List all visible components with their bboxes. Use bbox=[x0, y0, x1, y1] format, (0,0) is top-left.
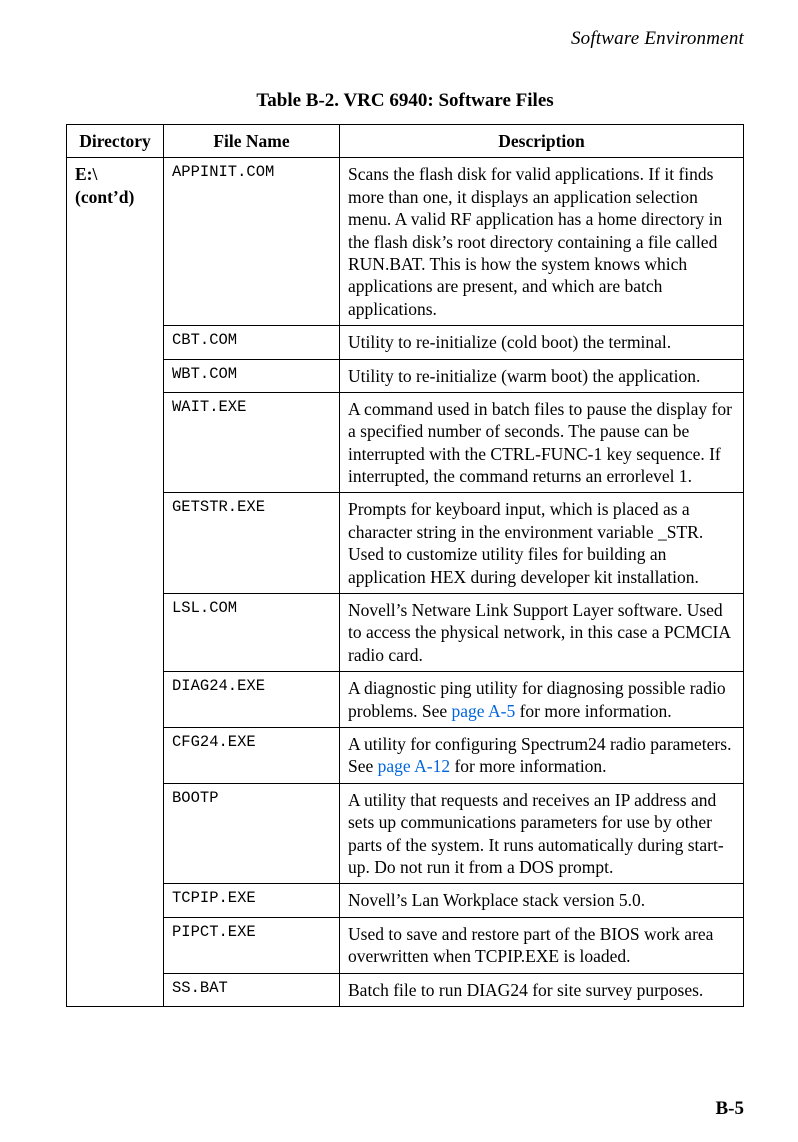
cell-file-name: TCPIP.EXE bbox=[164, 884, 340, 917]
cell-file-name: CFG24.EXE bbox=[164, 727, 340, 783]
table-row: CFG24.EXE A utility for configuring Spec… bbox=[67, 727, 744, 783]
cell-description: Utility to re-initialize (warm boot) the… bbox=[340, 359, 744, 392]
page-container: Software Environment Table B-2. VRC 6940… bbox=[0, 0, 798, 1142]
table-row: BOOTP A utility that requests and receiv… bbox=[67, 783, 744, 884]
col-file-name: File Name bbox=[164, 125, 340, 158]
cell-description: Used to save and restore part of the BIO… bbox=[340, 917, 744, 973]
table-caption: Table B-2. VRC 6940: Software Files bbox=[66, 90, 744, 112]
cell-file-name: GETSTR.EXE bbox=[164, 493, 340, 594]
table-row: DIAG24.EXE A diagnostic ping utility for… bbox=[67, 672, 744, 728]
cell-description: Utility to re-initialize (cold boot) the… bbox=[340, 326, 744, 359]
cell-description: A utility for configuring Spectrum24 rad… bbox=[340, 727, 744, 783]
cell-directory: E:\ (cont’d) bbox=[67, 158, 164, 1007]
cell-file-name: DIAG24.EXE bbox=[164, 672, 340, 728]
cell-file-name: WAIT.EXE bbox=[164, 392, 340, 493]
table-header-row: Directory File Name Description bbox=[67, 125, 744, 158]
cell-file-name: WBT.COM bbox=[164, 359, 340, 392]
col-directory: Directory bbox=[67, 125, 164, 158]
cell-description: A diagnostic ping utility for diagnosing… bbox=[340, 672, 744, 728]
table-row: E:\ (cont’d) APPINIT.COM Scans the flash… bbox=[67, 158, 744, 326]
cell-description: Batch file to run DIAG24 for site survey… bbox=[340, 973, 744, 1006]
cell-description: A command used in batch files to pause t… bbox=[340, 392, 744, 493]
cell-description: Prompts for keyboard input, which is pla… bbox=[340, 493, 744, 594]
running-head: Software Environment bbox=[66, 28, 744, 50]
cell-description: Scans the flash disk for valid applicati… bbox=[340, 158, 744, 326]
cell-file-name: PIPCT.EXE bbox=[164, 917, 340, 973]
col-description: Description bbox=[340, 125, 744, 158]
table-row: WAIT.EXE A command used in batch files t… bbox=[67, 392, 744, 493]
table-row: TCPIP.EXE Novell’s Lan Workplace stack v… bbox=[67, 884, 744, 917]
cell-description: Novell’s Lan Workplace stack version 5.0… bbox=[340, 884, 744, 917]
cell-description: A utility that requests and receives an … bbox=[340, 783, 744, 884]
cell-file-name: APPINIT.COM bbox=[164, 158, 340, 326]
link-page-a12[interactable]: page A-12 bbox=[378, 756, 450, 776]
cell-file-name: LSL.COM bbox=[164, 594, 340, 672]
desc-post: for more information. bbox=[450, 756, 606, 776]
desc-post: for more information. bbox=[515, 701, 671, 721]
cell-file-name: BOOTP bbox=[164, 783, 340, 884]
table-row: PIPCT.EXE Used to save and restore part … bbox=[67, 917, 744, 973]
link-page-a5[interactable]: page A-5 bbox=[452, 701, 516, 721]
page-number: B-5 bbox=[716, 1098, 745, 1120]
table-row: GETSTR.EXE Prompts for keyboard input, w… bbox=[67, 493, 744, 594]
table-row: CBT.COM Utility to re-initialize (cold b… bbox=[67, 326, 744, 359]
cell-file-name: CBT.COM bbox=[164, 326, 340, 359]
table-row: WBT.COM Utility to re-initialize (warm b… bbox=[67, 359, 744, 392]
table-row: LSL.COM Novell’s Netware Link Support La… bbox=[67, 594, 744, 672]
table-row: SS.BAT Batch file to run DIAG24 for site… bbox=[67, 973, 744, 1006]
cell-description: Novell’s Netware Link Support Layer soft… bbox=[340, 594, 744, 672]
cell-file-name: SS.BAT bbox=[164, 973, 340, 1006]
software-files-table: Directory File Name Description E:\ (con… bbox=[66, 124, 744, 1007]
